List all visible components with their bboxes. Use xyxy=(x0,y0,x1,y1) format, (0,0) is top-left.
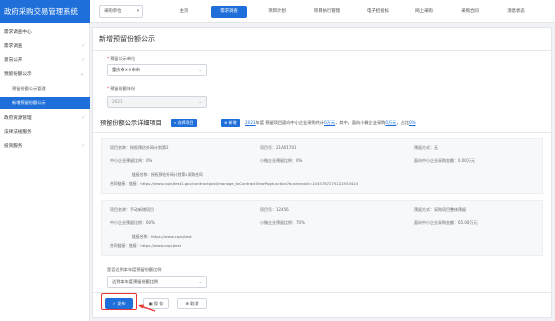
top-bar: 政府采购交易管理系统 采购单位 ▾ 主页 需求调查 项目计划 项目执行管理 电子招… xyxy=(0,0,555,23)
nav-messages[interactable]: 消息状态 xyxy=(496,6,536,18)
summary-line: 2021年度 预留项目面向中小企业采购共计0万元，其中，面向小微企业采购0万元，… xyxy=(245,120,416,126)
card-project-code: 项目号：21A01701 xyxy=(260,145,297,150)
unit-selector[interactable]: 采购单位 ▾ xyxy=(99,5,143,18)
nav-home[interactable]: 主页 xyxy=(166,6,202,18)
unit-field-value: 重庆市××市市 xyxy=(112,67,140,72)
chevron-right-icon: › xyxy=(82,57,84,63)
card-sme-pct: 中小企业预留比例：60% xyxy=(110,220,155,225)
chevron-right-icon: › xyxy=(82,115,84,121)
sidebar-item-demand-center[interactable]: 需求调查中心 xyxy=(0,27,90,38)
nav-e-bidding[interactable]: 电子招投标 xyxy=(356,6,400,18)
ratio-select-value: 达到本年度预留份额比例 xyxy=(112,279,159,284)
card-reserve-method: 预留方式：无 xyxy=(414,145,438,150)
sidebar-item-demand-survey[interactable]: 需求调查 › xyxy=(0,41,90,52)
nav-contract[interactable]: 采购合同 xyxy=(450,6,490,18)
select-project-label: 选择项目 xyxy=(177,120,194,125)
sidebar-item-reserved-share[interactable]: 预留份额公示 ⌄ xyxy=(0,69,90,80)
sidebar-item-legal-service[interactable]: 法律法规服务 xyxy=(0,127,90,138)
summary-text-3: ，占比 xyxy=(396,120,409,125)
sidebar-item-label: 政府资源管理 xyxy=(4,116,32,121)
publish-highlight-box xyxy=(101,293,137,310)
chevron-down-icon: ⌄ xyxy=(198,99,202,104)
nav-project-plan[interactable]: 项目计划 xyxy=(257,6,297,18)
card-sme-pct: 中小企业预留比例：0% xyxy=(110,158,153,163)
field-label-unit: *预留公示单位 xyxy=(107,56,136,61)
project-card: 项目名称：授权预估外网计划第2 项目号：21A01701 预留方式：无 中小企业… xyxy=(101,138,543,194)
chevron-down-icon: ⌄ xyxy=(79,71,84,77)
nav-project-execution[interactable]: 项目执行管理 xyxy=(302,6,352,18)
red-arrow-icon xyxy=(138,304,156,312)
card-small-pct: 小微企业预留比例：70% xyxy=(260,220,305,225)
summary-text-2: ，其中，面向小微企业采购 xyxy=(335,120,386,125)
app-title: 政府采购交易管理系统 xyxy=(0,0,90,23)
sidebar-item-label: 新增预留份额公示 xyxy=(12,100,46,105)
card-link-name: 链接名称：https://www.cqzcjtest xyxy=(132,234,192,239)
section-divider xyxy=(93,132,551,133)
sidebar-item-label: 需求调查中心 xyxy=(4,30,32,35)
card-amount: 面向中小企业采购金额：65.00万元 xyxy=(414,220,478,225)
summary-amount-small: 0万元 xyxy=(385,120,397,125)
summary-text-1: 年度 预留项目面向中小企业采购共计 xyxy=(255,120,325,125)
sidebar: 需求调查中心 需求调查 › 意向公开 › 预留份额公示 ⌄ 预留份额公示管理 新增预留… xyxy=(0,23,90,321)
chevron-right-icon: › xyxy=(82,43,84,49)
main-panel: 新增预留份额公示 *预留公示单位 重庆市××市市 ⌄ *预留份额年份 2021 ⌄ … xyxy=(92,27,552,318)
nav-demand-survey[interactable]: 需求调查 xyxy=(211,6,247,18)
section-title: 预留份额公示详细项目 xyxy=(100,120,162,127)
page-title: 新增预留份额公示 xyxy=(99,35,155,43)
card-project-name: 项目名称：授权预估外网计划第2 xyxy=(110,145,169,150)
footer-divider xyxy=(93,292,551,293)
card-reserve-method: 预留方式：采购项目整体预留 xyxy=(414,207,466,212)
cancel-button-label: 取消 xyxy=(190,301,199,306)
chevron-down-icon: ⌄ xyxy=(198,279,202,284)
card-project-name: 项目名称：手动新增项目 xyxy=(110,207,154,212)
year-field[interactable]: 2021 ⌄ xyxy=(107,96,207,108)
sidebar-item-label: 意向公开 xyxy=(4,58,23,63)
sidebar-item-label: 预留份额公示管理 xyxy=(12,86,46,91)
sidebar-item-label: 预留份额公示 xyxy=(4,72,32,77)
add-button[interactable]: ⊕ 新增 xyxy=(221,119,240,127)
ratio-select[interactable]: 达到本年度预留份额比例 ⌄ xyxy=(107,276,207,288)
sidebar-item-label: 需求调查 xyxy=(4,44,23,49)
card-contract-link[interactable]: 合同链接：链接：https://www.cqzcjtest xyxy=(110,243,181,249)
summary-year: 2021 xyxy=(245,120,256,125)
card-link-name: 链接名称：授权预估外网计划第2采购合同 xyxy=(132,172,203,177)
project-card: 项目名称：手动新增项目 项目号：12456 预留方式：采购项目整体预留 中小企业… xyxy=(101,200,543,256)
sidebar-item-label: 投资服务 xyxy=(4,144,23,149)
nav-online-purchase[interactable]: 网上采购 xyxy=(404,6,444,18)
sidebar-item-new-reserved-share[interactable]: 新增预留份额公示 xyxy=(0,97,90,109)
summary-percent: 0% xyxy=(408,120,416,125)
sidebar-item-label: 法律法规服务 xyxy=(4,130,32,135)
select-project-button[interactable]: ⌕ 选择项目 xyxy=(171,119,197,127)
cancel-button[interactable]: ⊗ 取消 xyxy=(177,298,207,309)
ratio-label: 是否达到本年度预留份额比例 xyxy=(107,267,162,272)
unit-field[interactable]: 重庆市××市市 ⌄ xyxy=(107,64,207,76)
summary-amount-sme: 0万元 xyxy=(324,120,336,125)
chevron-right-icon: › xyxy=(82,143,84,149)
card-contract-link[interactable]: 合同链接：链接：https://www.cqzcjtest1.gov/contr… xyxy=(110,181,358,187)
unit-selector-label: 采购单位 xyxy=(104,9,122,14)
title-divider xyxy=(93,50,551,51)
card-project-code: 项目号：12456 xyxy=(260,207,289,212)
chevron-down-icon: ▾ xyxy=(136,9,139,14)
add-button-label: 新增 xyxy=(228,120,237,125)
sidebar-item-reserved-share-manage[interactable]: 预留份额公示管理 xyxy=(0,83,90,94)
card-small-pct: 小微企业预留比例：0% xyxy=(260,158,303,163)
sidebar-item-gov-resources[interactable]: 政府资源管理 › xyxy=(0,113,90,124)
year-field-value: 2021 xyxy=(112,99,123,104)
card-amount: 面向中小企业采购金额：0.00万元 xyxy=(414,158,475,163)
sidebar-item-intent-public[interactable]: 意向公开 › xyxy=(0,55,90,66)
sidebar-item-invest-service[interactable]: 投资服务 › xyxy=(0,141,90,152)
chevron-down-icon: ⌄ xyxy=(198,67,202,72)
field-label-year: *预留份额年份 xyxy=(107,86,136,91)
